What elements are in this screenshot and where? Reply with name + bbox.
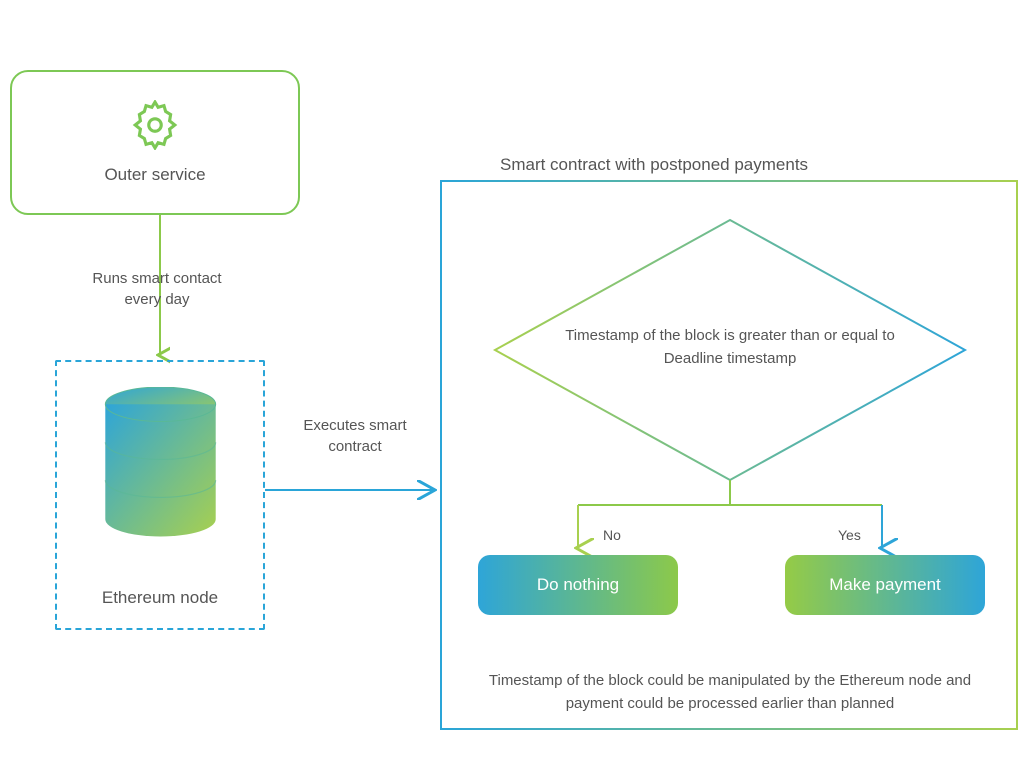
make-payment-action: Make payment [785, 555, 985, 615]
branch-lines [560, 480, 900, 555]
footer-note: Timestamp of the block could be manipula… [460, 670, 1000, 715]
do-nothing-label: Do nothing [537, 575, 619, 595]
smart-contract-title: Smart contract with postponed payments [500, 155, 808, 175]
decision-text: Timestamp of the block is greater than o… [555, 325, 905, 370]
ethereum-node-box: Ethereum node [55, 360, 265, 630]
branch-yes-label: Yes [838, 527, 861, 543]
branch-no-label: No [603, 527, 621, 543]
outer-service-label: Outer service [104, 165, 205, 185]
diagram-container: Outer service Runs smart contact every d… [0, 0, 1024, 773]
runs-contract-label: Runs smart contact every day [82, 268, 232, 310]
arrow-right-icon [265, 480, 443, 500]
ethereum-node-label: Ethereum node [102, 588, 218, 608]
database-icon [103, 387, 218, 537]
do-nothing-action: Do nothing [478, 555, 678, 615]
outer-service-box: Outer service [10, 70, 300, 215]
executes-contract-label: Executes smart contract [295, 415, 415, 457]
make-payment-label: Make payment [829, 575, 941, 595]
gear-icon [130, 100, 180, 150]
